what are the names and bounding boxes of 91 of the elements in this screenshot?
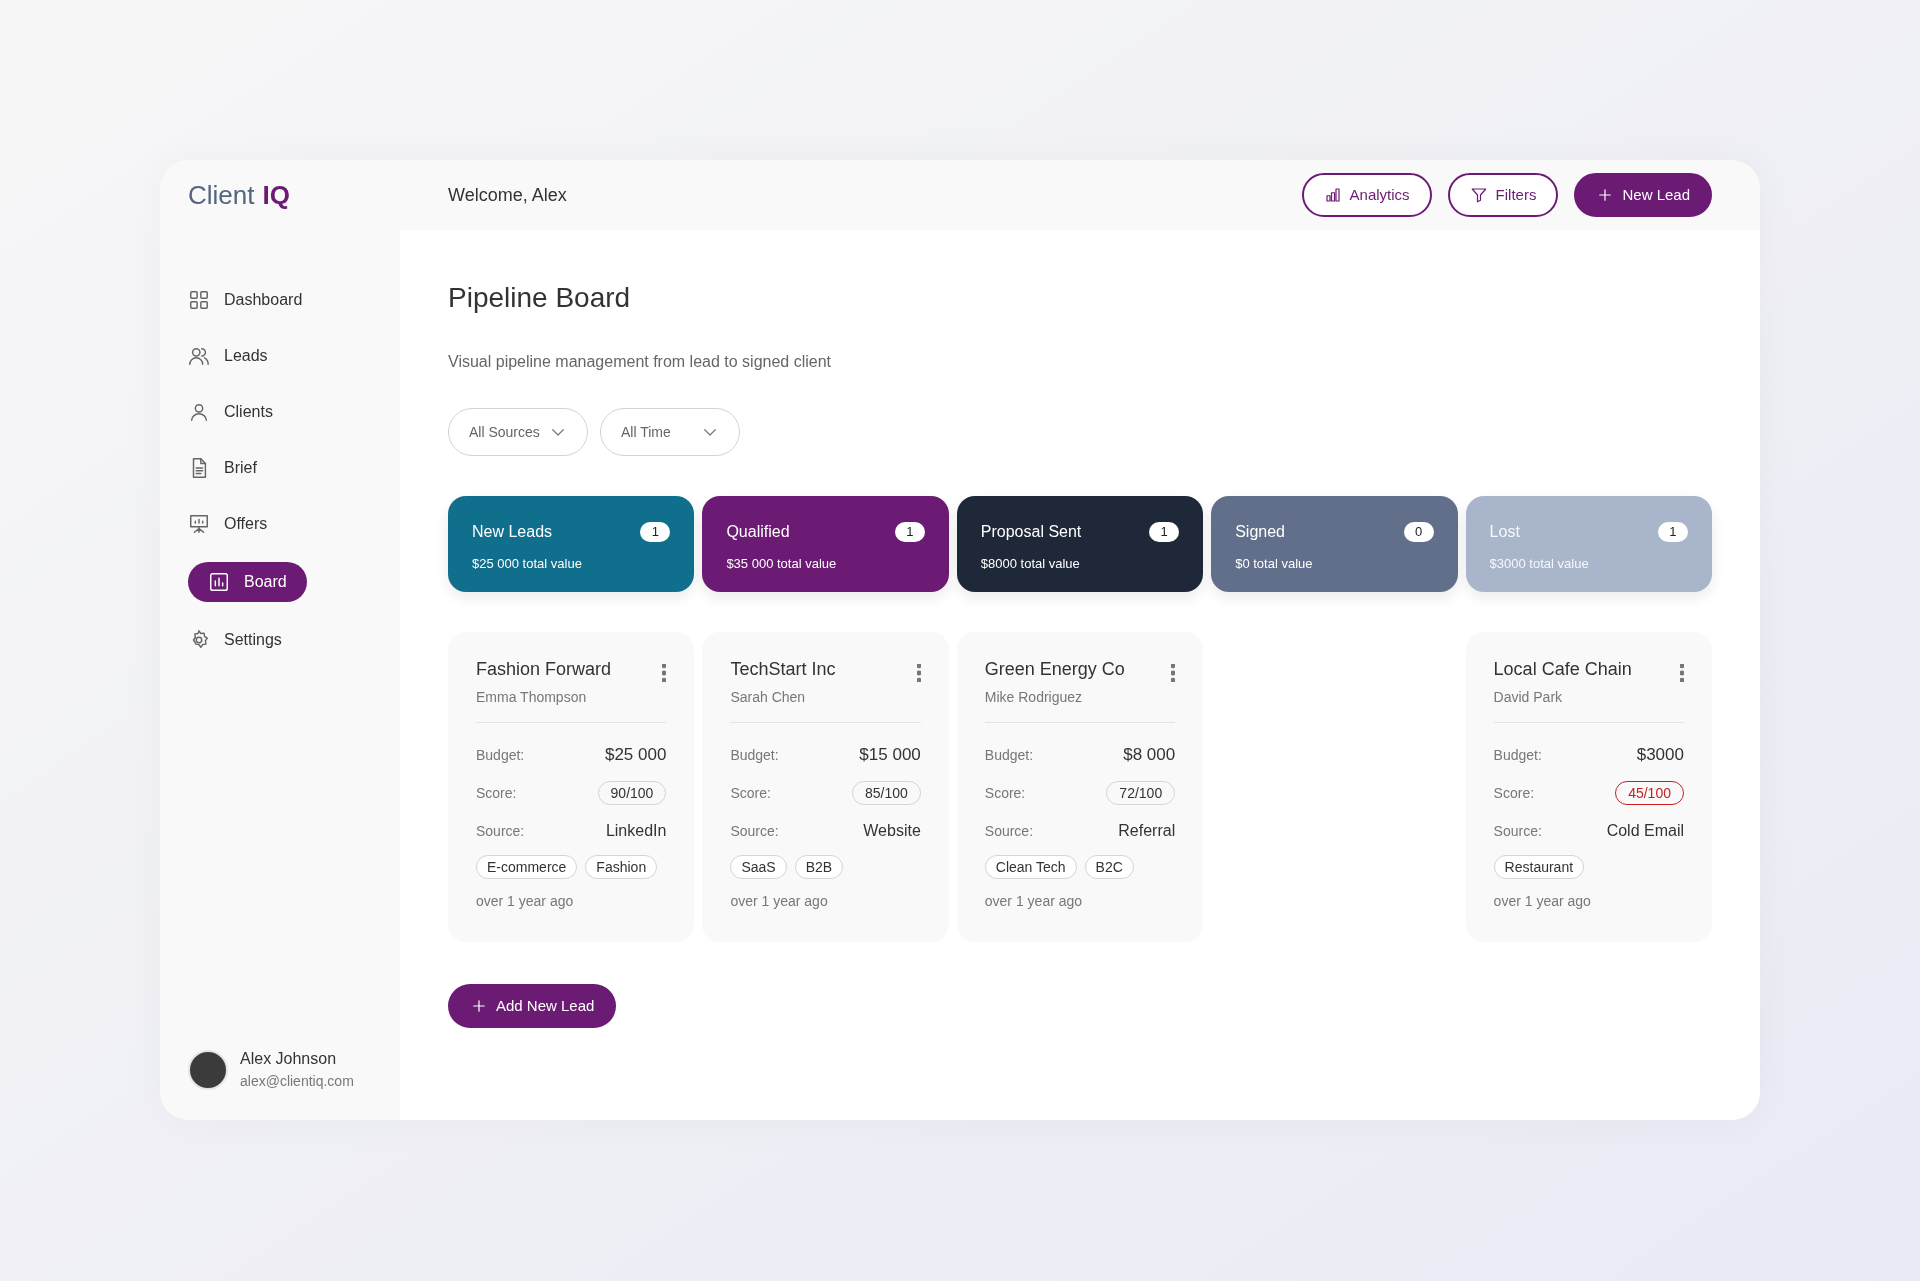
plus-icon: [470, 997, 488, 1015]
sidebar-item[interactable]: Settings: [188, 616, 282, 664]
more-button[interactable]: [916, 664, 921, 682]
user-icon: [188, 401, 210, 423]
contact-name: Emma Thompson: [476, 688, 588, 707]
sidebar-item[interactable]: Board: [188, 562, 307, 602]
stage-name: New Leads: [472, 522, 553, 542]
header-button[interactable]: Analytics: [1301, 173, 1432, 217]
users-icon: [188, 345, 210, 367]
company-name: Green Energy Co: [984, 658, 1125, 681]
sidebar-item[interactable]: Leads: [188, 332, 268, 380]
field-label: Budget:: [984, 745, 1034, 765]
more-icon: [662, 664, 667, 682]
contact-name: David Park: [1493, 688, 1564, 707]
contact-name: Sarah Chen: [730, 688, 807, 707]
budget-value: $3000: [1636, 744, 1684, 767]
lead-age: over 1 year ago: [730, 892, 829, 911]
count-badge: 0: [1403, 522, 1434, 542]
filter-dropdown[interactable]: All Sources: [448, 408, 588, 456]
more-button[interactable]: [1680, 664, 1684, 682]
more-button[interactable]: [662, 664, 667, 682]
lead-age: over 1 year ago: [1493, 892, 1592, 911]
bar-chart-icon: [208, 571, 230, 593]
field-label: Source:: [730, 821, 779, 841]
tag: Restaurant: [1493, 855, 1585, 879]
sidebar-item[interactable]: Clients: [188, 388, 273, 436]
field-label: Score:: [730, 783, 771, 803]
company-name: TechStart Inc: [730, 658, 836, 681]
stage-total: $25 000 total value: [472, 555, 583, 573]
tag: Clean Tech: [984, 855, 1077, 879]
tag: E-commerce: [476, 855, 578, 879]
logo-text: IQ: [262, 178, 290, 212]
more-icon: [1680, 664, 1684, 682]
budget-value: $15 000: [859, 744, 921, 767]
source-value: Website: [863, 821, 921, 841]
user-name: Alex Johnson: [240, 1049, 338, 1069]
tag: Fashion: [585, 855, 658, 879]
budget-value: $8 000: [1123, 744, 1176, 767]
count-badge: 1: [894, 522, 925, 542]
count-badge: 1: [1658, 522, 1688, 542]
field-label: Source:: [984, 821, 1034, 841]
filter-dropdown[interactable]: All Time: [600, 408, 740, 456]
field-label: Source:: [476, 821, 525, 841]
welcome-text: Welcome, Alex: [448, 183, 567, 207]
source-value: Referral: [1118, 821, 1176, 841]
field-label: Budget:: [730, 745, 779, 765]
field-label: Budget:: [476, 745, 525, 765]
tag: B2B: [794, 855, 844, 879]
grid-icon: [188, 289, 210, 311]
add-new-lead-button[interactable]: Add New Lead: [448, 984, 617, 1028]
count-badge: 1: [640, 522, 671, 542]
company-name: Fashion Forward: [476, 658, 612, 681]
bar-chart-icon: [1323, 186, 1342, 204]
logo-text: Client: [188, 178, 255, 212]
stage-name: Lost: [1489, 522, 1520, 542]
user-email: alex@clientiq.com: [240, 1072, 354, 1091]
stage-total: $3000 total value: [1489, 555, 1590, 573]
page-subtitle: Visual pipeline management from lead to signed client: [448, 352, 833, 372]
field-label: Score:: [476, 783, 517, 803]
field-label: Budget:: [1493, 745, 1542, 765]
sidebar-item[interactable]: Dashboard: [188, 276, 303, 324]
stage-name: Signed: [1235, 522, 1285, 542]
avatar: [188, 1049, 228, 1090]
source-value: Cold Email: [1606, 821, 1684, 841]
company-name: Local Cafe Chain: [1493, 658, 1632, 681]
sidebar-item[interactable]: Offers: [188, 500, 268, 548]
page-title: Pipeline Board: [448, 281, 632, 315]
header-button[interactable]: New Lead: [1574, 173, 1712, 217]
field-label: Score:: [1493, 783, 1535, 803]
filter-icon: [1469, 186, 1488, 204]
sidebar-item[interactable]: Brief: [188, 444, 257, 492]
lead-age: over 1 year ago: [476, 892, 575, 911]
stage-name: Proposal Sent: [980, 522, 1082, 542]
contact-name: Mike Rodriguez: [984, 688, 1084, 707]
stage-total: $0 total value: [1235, 555, 1314, 573]
budget-value: $25 000: [604, 744, 667, 767]
count-badge: 1: [1149, 522, 1180, 542]
stage-name: Qualified: [726, 522, 790, 542]
header-button[interactable]: Filters: [1447, 173, 1559, 217]
stage-total: $8000 total value: [980, 555, 1081, 573]
tag: SaaS: [730, 855, 787, 879]
presentation-icon: [188, 513, 210, 535]
tag: B2C: [1084, 855, 1134, 879]
more-icon: [916, 664, 921, 682]
more-icon: [1171, 664, 1176, 682]
lead-age: over 1 year ago: [984, 892, 1084, 911]
field-label: Score:: [984, 783, 1026, 803]
field-label: Source:: [1493, 821, 1542, 841]
source-value: LinkedIn: [605, 821, 667, 841]
more-button[interactable]: [1171, 664, 1176, 682]
stage-total: $35 000 total value: [726, 555, 838, 573]
